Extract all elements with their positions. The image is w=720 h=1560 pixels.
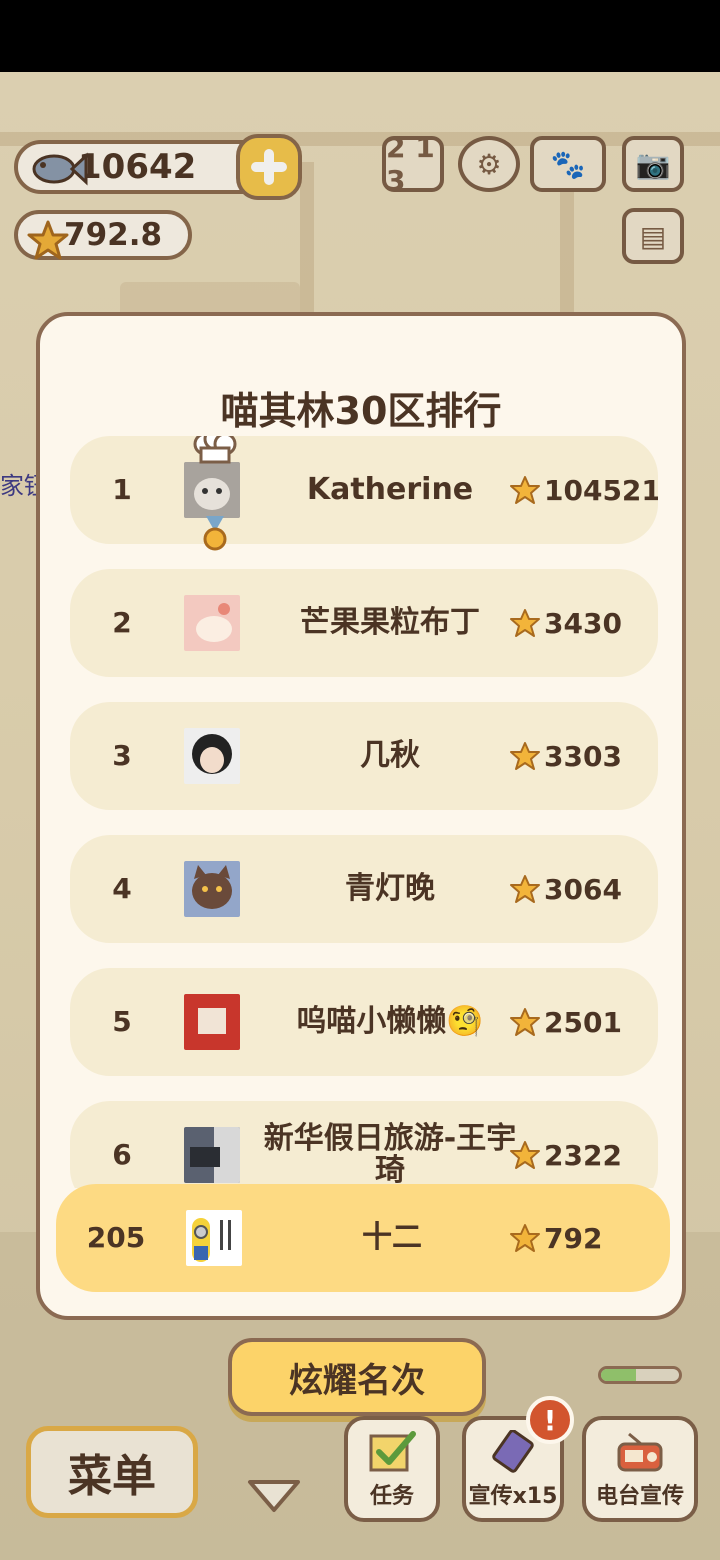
rank-number: 3 — [112, 739, 132, 772]
star-icon — [510, 742, 540, 770]
radio-button[interactable]: 电台宣传 — [582, 1416, 698, 1522]
my-rank-number: 205 — [86, 1221, 146, 1254]
my-player-score: 792 — [510, 1184, 602, 1292]
player-name: 芒果果粒布丁 — [300, 605, 480, 640]
star-icon — [510, 609, 540, 637]
avatar — [184, 728, 240, 784]
alert-badge: ! — [526, 1396, 574, 1444]
player-name: 青灯晚 — [345, 871, 435, 906]
player-score: 3064 — [510, 835, 622, 943]
player-name: Katherine — [306, 472, 474, 507]
player-name: 新华假日旅游-王宇琦 — [263, 1121, 517, 1188]
avatar — [184, 861, 240, 917]
avatar — [186, 1210, 242, 1266]
medal-icon — [203, 516, 227, 551]
task-button[interactable]: 任务 — [344, 1416, 440, 1522]
ranking-title: 喵其林30区排行 — [220, 389, 502, 433]
rank-number: 5 — [112, 1005, 132, 1038]
rank-number: 6 — [112, 1138, 132, 1171]
ranking-row[interactable]: 2 芒果果粒布丁 3430 — [70, 569, 658, 677]
ranking-panel: 喵其林30区排行 1 Katherine 1045216 2 芒果果粒布丁 34… — [36, 312, 686, 1320]
ranking-row[interactable]: 3 几秋 3303 — [70, 702, 658, 810]
player-score: 3303 — [510, 702, 622, 810]
star-icon — [510, 1008, 540, 1036]
ranking-row[interactable]: 1 Katherine 1045216 — [70, 436, 658, 544]
rank-number: 2 — [112, 606, 132, 639]
radio-icon — [617, 1432, 663, 1472]
flyer-icon — [492, 1430, 534, 1473]
my-player-name: 十二 — [362, 1220, 422, 1255]
show-rank-button[interactable]: 炫耀名次 — [228, 1338, 486, 1416]
player-score: 2322 — [510, 1101, 622, 1188]
radio-label: 电台宣传 — [595, 1484, 684, 1509]
rank-number: 4 — [112, 872, 132, 905]
task-label: 任务 — [369, 1484, 414, 1509]
star-icon — [510, 875, 540, 903]
status-bar — [0, 0, 720, 72]
ranking-row[interactable]: 5 呜喵小懒懒🧐 2501 — [70, 968, 658, 1076]
avatar — [184, 462, 240, 518]
star-icon — [510, 1141, 540, 1169]
progress-fill — [601, 1369, 637, 1381]
chevron-down-icon[interactable] — [246, 1476, 302, 1516]
star-icon — [510, 1224, 540, 1252]
star-icon — [510, 476, 540, 504]
ranking-row[interactable]: 6 新华假日旅游-王宇琦 2322 — [70, 1101, 658, 1188]
avatar — [184, 1127, 240, 1183]
player-score: 3430 — [510, 569, 622, 677]
player-name: 几秋 — [360, 738, 420, 773]
ranking-row[interactable]: 4 青灯晚 3064 — [70, 835, 658, 943]
player-name: 呜喵小懒懒🧐 — [296, 1004, 484, 1039]
rank-number: 1 — [112, 473, 132, 506]
promo-label: 宣传x15 — [468, 1484, 558, 1509]
checklist-icon — [369, 1431, 416, 1472]
avatar — [184, 595, 240, 651]
progress-bar — [598, 1366, 682, 1384]
my-ranking-row[interactable]: 205 十二 792 — [56, 1184, 670, 1292]
player-score: 1045216 — [510, 436, 658, 544]
menu-button[interactable]: 菜单 — [26, 1426, 198, 1518]
avatar — [184, 994, 240, 1050]
chef-hat-icon — [193, 436, 237, 464]
ranking-list[interactable]: 1 Katherine 1045216 2 芒果果粒布丁 3430 3 — [70, 436, 658, 1188]
player-score: 2501 — [510, 968, 622, 1076]
